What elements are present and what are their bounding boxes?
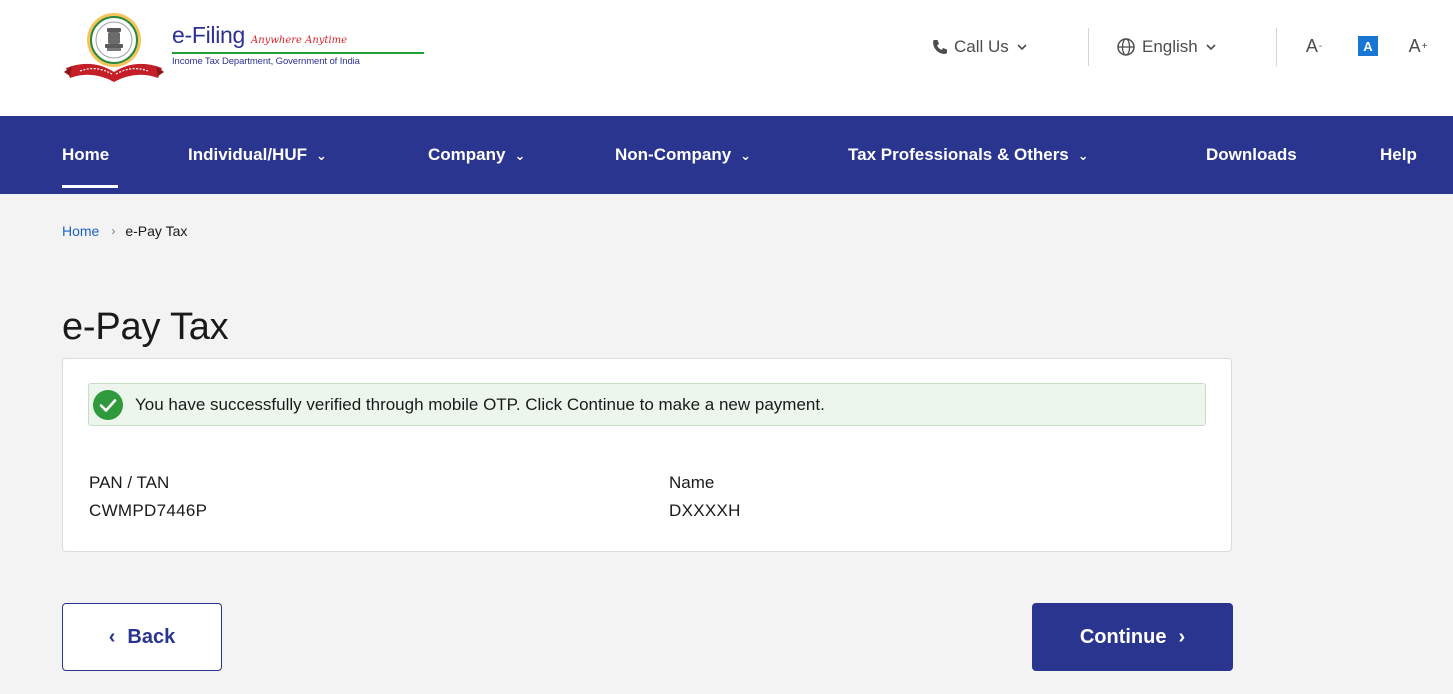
page-title: e-Pay Tax (62, 306, 229, 348)
india-emblem-seal-icon (64, 13, 164, 82)
name-field: Name DXXXXH (669, 469, 741, 525)
nav-item-label: Downloads (1206, 145, 1297, 164)
verification-card: You have successfully verified through m… (62, 358, 1232, 552)
language-dropdown[interactable]: English (1116, 30, 1217, 64)
language-label: English (1142, 37, 1198, 56)
logo-text: e-Filing Anywhere Anytime Income Tax Dep… (172, 22, 424, 67)
font-decrease-letter: A (1305, 35, 1318, 56)
nav-item-label: Home (62, 145, 110, 164)
nav-item-help[interactable]: Help (1380, 116, 1417, 194)
check-circle-icon (93, 389, 123, 420)
increase-font-size-button[interactable]: A + (1406, 32, 1430, 60)
nav-item-label: Non-Company (615, 145, 732, 164)
chevron-right-icon: › (111, 224, 116, 238)
back-button[interactable]: ‹ Back (62, 603, 222, 671)
field-value: CWMPD7446P (89, 501, 208, 520)
header-divider (1088, 28, 1089, 66)
chevron-left-icon: ‹ (108, 625, 116, 648)
chevron-down-icon (1017, 44, 1027, 51)
logo-subtitle: Income Tax Department, Government of Ind… (172, 56, 360, 67)
success-alert: You have successfully verified through m… (88, 383, 1206, 426)
phone-icon (933, 40, 947, 54)
alert-message: You have successfully verified through m… (135, 394, 825, 414)
breadcrumb-current: e-Pay Tax (125, 223, 188, 239)
nav-item-company[interactable]: Company ⌄ (428, 116, 525, 194)
header-divider (1276, 28, 1277, 66)
continue-button[interactable]: Continue › (1032, 603, 1233, 671)
decrease-font-size-button[interactable]: A- (1302, 32, 1326, 60)
logo-divider (172, 52, 424, 54)
chevron-down-icon: ⌄ (740, 148, 752, 163)
nav-item-label: Company (428, 145, 506, 164)
breadcrumb: Home › e-Pay Tax (62, 223, 187, 239)
field-value: DXXXXH (669, 501, 741, 520)
field-label: Name (669, 473, 715, 492)
default-font-size-button[interactable]: A (1358, 36, 1378, 56)
chevron-down-icon: ⌄ (1077, 148, 1089, 163)
nav-item-home[interactable]: Home (62, 116, 109, 194)
main-nav: Home Individual/HUF ⌄ Company ⌄ Non-Comp… (0, 116, 1453, 194)
pan-tan-field: PAN / TAN CWMPD7446P (89, 469, 207, 525)
globe-icon (1117, 38, 1135, 56)
active-nav-indicator (62, 185, 118, 188)
nav-item-label: Tax Professionals & Others (848, 145, 1069, 164)
breadcrumb-home-link[interactable]: Home (62, 223, 99, 239)
field-label: PAN / TAN (89, 473, 170, 492)
site-header: e-Filing Anywhere Anytime Income Tax Dep… (0, 0, 1453, 116)
chevron-down-icon (1206, 44, 1216, 51)
logo-tagline: Anywhere Anytime (251, 35, 348, 46)
logo-title: e-Filing (172, 22, 246, 48)
font-increase-mark: + (1421, 40, 1428, 52)
font-increase-letter: A (1408, 35, 1421, 56)
call-us-dropdown[interactable]: Call Us (930, 30, 1028, 64)
call-us-label: Call Us (954, 37, 1009, 56)
chevron-down-icon: ⌄ (514, 148, 526, 163)
nav-item-individual-huf[interactable]: Individual/HUF ⌄ (188, 116, 327, 194)
font-default-letter: A (1363, 38, 1373, 54)
font-decrease-mark: - (1318, 40, 1323, 52)
nav-item-non-company[interactable]: Non-Company ⌄ (615, 116, 751, 194)
nav-item-downloads[interactable]: Downloads (1206, 116, 1297, 194)
nav-item-label: Individual/HUF (188, 145, 307, 164)
nav-item-label: Help (1380, 145, 1417, 164)
back-button-label: Back (127, 625, 176, 648)
logo-title-row: e-Filing Anywhere Anytime (172, 22, 424, 49)
chevron-right-icon: › (1178, 625, 1186, 648)
chevron-down-icon: ⌄ (316, 148, 327, 163)
efiling-logo[interactable]: e-Filing Anywhere Anytime Income Tax Dep… (62, 10, 424, 84)
nav-item-tax-professionals[interactable]: Tax Professionals & Others ⌄ (848, 116, 1089, 194)
continue-button-label: Continue (1079, 625, 1167, 648)
